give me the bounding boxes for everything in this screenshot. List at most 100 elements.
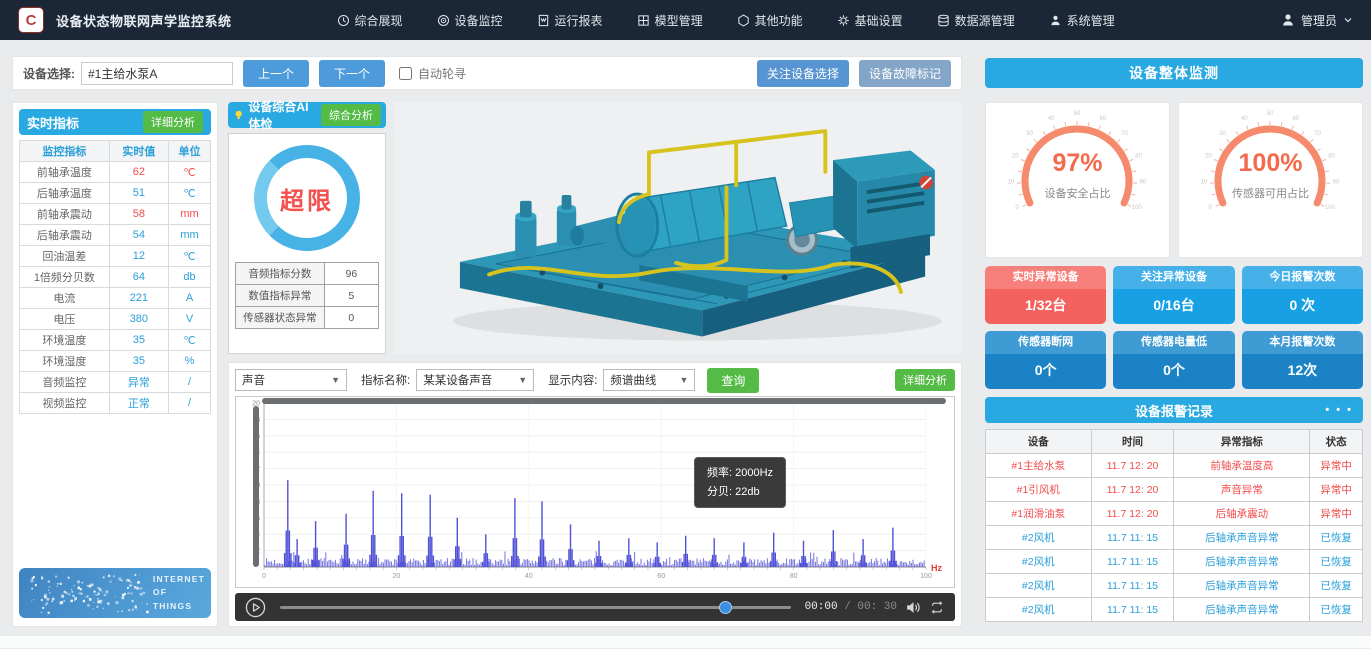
- seek-thumb[interactable]: [719, 601, 732, 614]
- nav-item-label: 基础设置: [855, 12, 903, 29]
- alarm-row[interactable]: #1引风机11.7 12: 20声音异常异常中: [986, 478, 1363, 502]
- metric-name-label: 指标名称:: [361, 372, 410, 388]
- alarm-time: 11.7 11: 15: [1091, 598, 1174, 622]
- display-select[interactable]: 频谱曲线▼: [603, 369, 695, 391]
- iot-banner: INTERNET OF THINGS: [19, 568, 211, 618]
- alarm-row[interactable]: #1主给水泵11.7 12: 20前轴承温度高异常中: [986, 454, 1363, 478]
- nav-item-label: 综合展现: [355, 12, 403, 29]
- play-button[interactable]: [245, 597, 266, 618]
- nav-item-6[interactable]: 数据源管理: [937, 12, 1015, 29]
- device-select-input[interactable]: [81, 62, 233, 85]
- fault-mark-button[interactable]: 设备故障标记: [859, 60, 951, 87]
- metric-name: 环境温度: [20, 330, 110, 351]
- alarm-time: 11.7 12: 20: [1091, 454, 1174, 478]
- spectrum-analyze-button[interactable]: 详细分析: [895, 369, 955, 391]
- svg-text:100: 100: [1132, 205, 1143, 211]
- nav-item-4[interactable]: 其他功能: [737, 12, 803, 29]
- metrics-table: 监控指标实时值单位 前轴承温度62℃后轴承温度51℃前轴承震动58mm后轴承震动…: [19, 140, 211, 414]
- time-display: 00:00 / 00: 30: [805, 601, 897, 613]
- realtime-metrics-panel: 实时指标 详细分析 监控指标实时值单位 前轴承温度62℃后轴承温度51℃前轴承震…: [12, 102, 218, 627]
- alarm-device: #1润滑油泵: [986, 502, 1092, 526]
- metrics-table-header: 监控指标实时值单位: [20, 141, 211, 162]
- repeat-icon[interactable]: [929, 600, 945, 615]
- iot-line: THINGS: [153, 600, 205, 613]
- user-menu[interactable]: 管理员: [1281, 12, 1353, 29]
- alarm-time: 11.7 11: 15: [1091, 526, 1174, 550]
- safety-gauge-card: 0102030405060708090100 97% 设备安全占比: [985, 102, 1170, 258]
- alarm-time: 11.7 11: 15: [1091, 574, 1174, 598]
- svg-text:40: 40: [1241, 116, 1248, 122]
- metric-unit: ℃: [168, 330, 210, 351]
- stat-card-4: 传感器电量低0个: [1113, 331, 1234, 389]
- svg-text:0: 0: [1209, 205, 1213, 211]
- logo-letter: C: [26, 12, 37, 29]
- alarm-col-header: 异常指标: [1174, 430, 1310, 454]
- metric-value: 380: [109, 309, 168, 330]
- alarm-device: #2风机: [986, 574, 1092, 598]
- alarm-row[interactable]: #2风机11.7 11: 15后轴承声音异常已恢复: [986, 550, 1363, 574]
- ai-score-row: 数值指标异常5: [236, 285, 379, 307]
- nav-item-label: 运行报表: [555, 12, 603, 29]
- follow-device-button[interactable]: 关注设备选择: [757, 60, 849, 87]
- nav-item-5[interactable]: 基础设置: [837, 12, 903, 29]
- metric-value: 异常: [109, 372, 168, 393]
- ai-status-text: 超限: [280, 181, 334, 216]
- gauge-arc: 0102030405060708090100: [1179, 103, 1361, 253]
- alarm-metric: 前轴承温度高: [1174, 454, 1310, 478]
- main-area: 实时指标 详细分析 监控指标实时值单位 前轴承温度62℃后轴承温度51℃前轴承震…: [12, 102, 1363, 627]
- metric-name: 1倍频分贝数: [20, 267, 110, 288]
- ai-score-value: 96: [324, 263, 378, 285]
- nav-item-2[interactable]: 运行报表: [537, 12, 603, 29]
- world-map-graphic: [25, 570, 151, 616]
- type-select[interactable]: 声音▼: [235, 369, 347, 391]
- query-button[interactable]: 查询: [707, 368, 759, 393]
- dashboard-icon: [337, 14, 350, 27]
- device-select-label: 设备选择:: [23, 65, 75, 82]
- metric-unit: /: [168, 372, 210, 393]
- seek-bar[interactable]: [280, 606, 791, 609]
- datasource-icon: [937, 14, 950, 27]
- middle-column: 设备综合AI体检 综合分析 超限 音频指标分数96数值指标异常5传感器状态异常0: [228, 102, 962, 627]
- stat-value: 12次: [1242, 354, 1363, 389]
- display-content-label: 显示内容:: [548, 372, 597, 388]
- svg-text:70: 70: [1121, 131, 1128, 137]
- alarm-row[interactable]: #2风机11.7 11: 15后轴承声音异常已恢复: [986, 574, 1363, 598]
- spectrum-chart[interactable]: 2468101214161820020406080100Hz: [236, 397, 952, 587]
- alarm-metric: 后轴承声音异常: [1174, 526, 1310, 550]
- metric-value: 12: [109, 246, 168, 267]
- alarm-row[interactable]: #1润滑油泵11.7 12: 20后轴承震动异常中: [986, 502, 1363, 526]
- tooltip-frequency: 频率: 2000Hz: [707, 464, 773, 483]
- auto-cycle-checkbox[interactable]: [399, 67, 412, 80]
- spectrum-panel: 声音▼ 指标名称: 某某设备声音▼ 显示内容: 频谱曲线▼ 查询 详细分析 24…: [228, 362, 962, 627]
- ai-score-label: 传感器状态异常: [236, 307, 325, 329]
- stat-title: 今日报警次数: [1242, 266, 1363, 289]
- more-options-button[interactable]: • • •: [1325, 404, 1353, 416]
- ai-analyze-button[interactable]: 综合分析: [321, 104, 381, 126]
- metric-unit: ℃: [168, 246, 210, 267]
- next-device-button[interactable]: 下一个: [319, 60, 385, 87]
- metric-select-value: 某某设备声音: [423, 372, 492, 388]
- alarm-device: #2风机: [986, 526, 1092, 550]
- metrics-analyze-button[interactable]: 详细分析: [143, 111, 203, 133]
- metric-value: 54: [109, 225, 168, 246]
- metric-value: 221: [109, 288, 168, 309]
- metric-value: 58: [109, 204, 168, 225]
- gauge-arc: 0102030405060708090100: [986, 103, 1168, 253]
- nav-item-7[interactable]: 系统管理: [1049, 12, 1115, 29]
- chart-vertical-scrollbar[interactable]: [253, 406, 259, 567]
- nav-item-1[interactable]: 设备监控: [437, 12, 503, 29]
- alarm-row[interactable]: #2风机11.7 11: 15后轴承声音异常已恢复: [986, 526, 1363, 550]
- chart-horizontal-scrollbar[interactable]: [262, 398, 946, 404]
- nav-item-0[interactable]: 综合展现: [337, 12, 403, 29]
- metric-value: 正常: [109, 393, 168, 414]
- alarm-row[interactable]: #2风机11.7 11: 15后轴承声音异常已恢复: [986, 598, 1363, 622]
- nav-item-3[interactable]: 模型管理: [637, 12, 703, 29]
- prev-device-button[interactable]: 上一个: [243, 60, 309, 87]
- metric-select[interactable]: 某某设备声音▼: [416, 369, 534, 391]
- audio-player: 00:00 / 00: 30: [235, 593, 955, 621]
- volume-icon[interactable]: [905, 600, 921, 615]
- safety-gauge-value: 97%: [986, 149, 1169, 178]
- stat-value: 0个: [985, 354, 1106, 389]
- metric-row: 前轴承温度62℃: [20, 162, 211, 183]
- alarm-metric: 后轴承声音异常: [1174, 574, 1310, 598]
